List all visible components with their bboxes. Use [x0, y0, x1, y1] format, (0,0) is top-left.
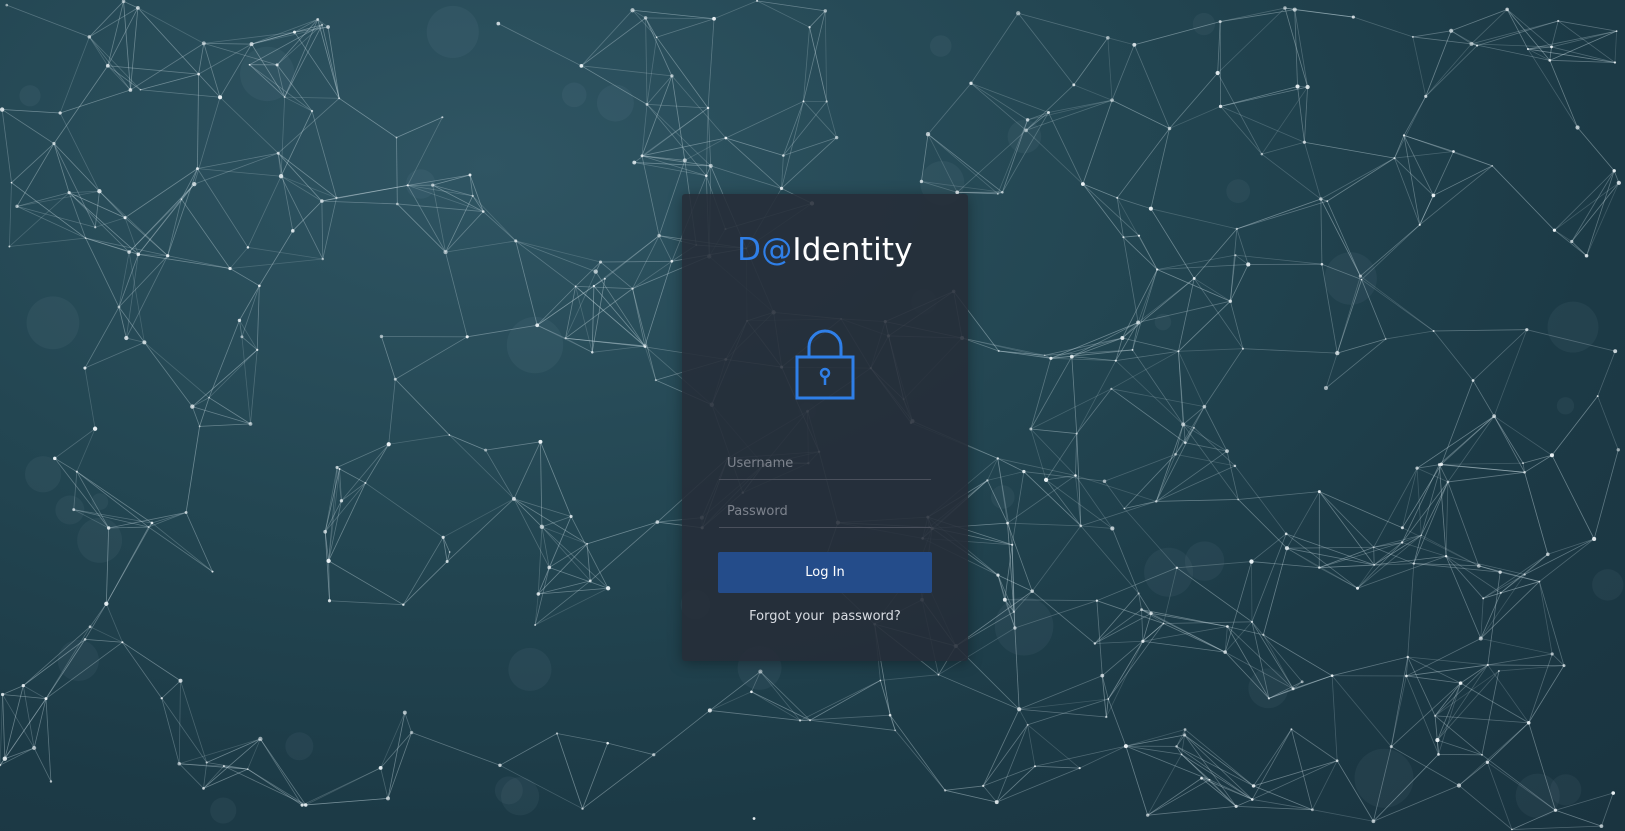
brand-prefix: D@ [737, 232, 793, 268]
login-card: D@Identity Log In Forgot your password? [682, 194, 968, 661]
forgot-password-link[interactable]: Forgot your password? [682, 609, 968, 624]
brand-name: Identity [792, 232, 913, 268]
lock-icon [795, 329, 855, 400]
brand-logo: D@Identity [682, 232, 968, 268]
password-input[interactable] [719, 496, 931, 528]
login-button[interactable]: Log In [718, 552, 932, 593]
username-input[interactable] [719, 448, 931, 480]
